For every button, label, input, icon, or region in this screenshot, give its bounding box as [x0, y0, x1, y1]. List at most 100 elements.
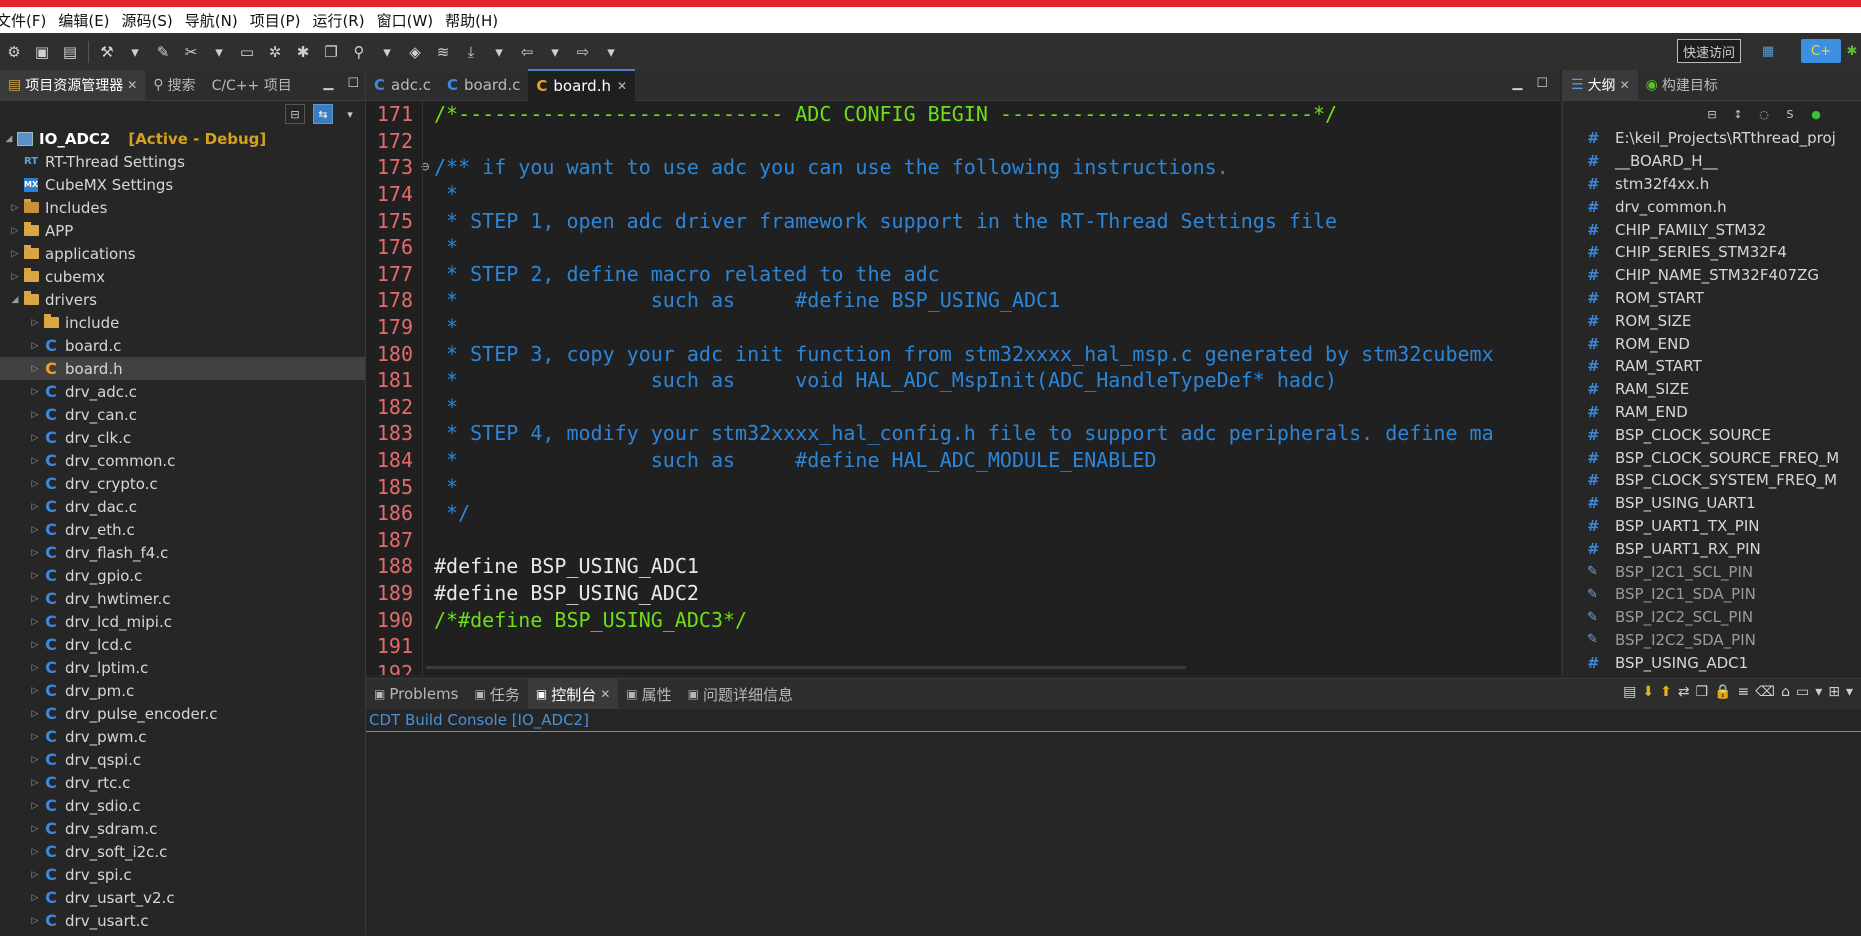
outline-item[interactable]: # drv_common.h	[1563, 195, 1861, 218]
chevron-right-icon[interactable]: ▷	[8, 226, 22, 236]
outline-item[interactable]: # E:\keil_Projects\RTthread_proj	[1563, 127, 1861, 150]
tree-node[interactable]: ▷ cubemx	[0, 265, 365, 288]
tree-node[interactable]: ▷ Cdrv_eth.c	[0, 518, 365, 541]
outline-item[interactable]: # CHIP_SERIES_STM32F4	[1563, 241, 1861, 264]
outline-item[interactable]: # CHIP_NAME_STM32F407ZG	[1563, 264, 1861, 287]
tree-node[interactable]: ▷ Includes	[0, 196, 365, 219]
collapse-all-icon[interactable]: ⊟	[1703, 105, 1721, 123]
tree-node[interactable]: ▷ Cdrv_pulse_encoder.c	[0, 702, 365, 725]
chevron-right-icon[interactable]: ▷	[28, 525, 42, 535]
tree-node[interactable]: ▷ Cdrv_sdio.c	[0, 794, 365, 817]
chevron-right-icon[interactable]: ▷	[28, 870, 42, 880]
hide-static-icon[interactable]: S	[1781, 105, 1799, 123]
tree-node[interactable]: ▷ Cdrv_pm.c	[0, 679, 365, 702]
tree-node[interactable]: ▷ Cdrv_lcd_mipi.c	[0, 610, 365, 633]
console-tab[interactable]: ▣ 任务	[466, 679, 527, 709]
console-tab[interactable]: ▣ 问题详细信息	[680, 679, 801, 709]
bug-icon[interactable]: ✱	[292, 41, 314, 63]
save-icon[interactable]: ▣	[31, 41, 53, 63]
tree-node-project[interactable]: ◢ IO_ADC2 [Active - Debug]	[0, 127, 365, 150]
outline-item[interactable]: # BSP_CLOCK_SYSTEM_FREQ_M	[1563, 469, 1861, 492]
tree-node[interactable]: ▷ Cdrv_hwtimer.c	[0, 587, 365, 610]
outline-item[interactable]: ✎ BSP_I2C1_SCL_PIN	[1563, 560, 1861, 583]
tree-node[interactable]: RT RT-Thread Settings	[0, 150, 365, 173]
outline-item[interactable]: ✎ BSP_I2C2_SDA_PIN	[1563, 629, 1861, 652]
tree-node[interactable]: ▷ Cdrv_rtc.c	[0, 771, 365, 794]
outline-item[interactable]: # stm32f4xx.h	[1563, 173, 1861, 196]
chevron-right-icon[interactable]: ▷	[28, 617, 42, 627]
outline-item[interactable]: # __BOARD_H__	[1563, 150, 1861, 173]
tree-node[interactable]: ▷ Cboard.h	[0, 357, 365, 380]
hide-nonpublic-icon[interactable]: ●	[1807, 105, 1825, 123]
outline-item[interactable]: # BSP_CLOCK_SOURCE_FREQ_M	[1563, 446, 1861, 469]
tree-node[interactable]: ▷ applications	[0, 242, 365, 265]
tree-node[interactable]: ▷ Cdrv_flash_f4.c	[0, 541, 365, 564]
chevron-right-icon[interactable]: ▷	[8, 203, 22, 213]
menu-item[interactable]: 编辑(E)	[58, 10, 121, 31]
maximize-icon[interactable]: ☐	[1536, 76, 1548, 91]
horizontal-scrollbar[interactable]	[426, 666, 1186, 669]
outline-item[interactable]: # ROM_START	[1563, 287, 1861, 310]
view-menu-icon[interactable]: ▾	[341, 105, 359, 123]
chevron-right-icon[interactable]: ▷	[28, 387, 42, 397]
minimize-icon[interactable]: ▁	[323, 76, 333, 91]
chevron-down-icon[interactable]: ▾	[600, 41, 622, 63]
chevron-right-icon[interactable]: ▷	[8, 272, 22, 282]
outline-item[interactable]: # RAM_END	[1563, 401, 1861, 424]
chevron-right-icon[interactable]: ▷	[28, 594, 42, 604]
code-area[interactable]: 171 /*--------------------------- ADC CON…	[366, 101, 1560, 675]
debug-perspective-icon[interactable]: ✱	[1843, 39, 1861, 63]
layers-icon[interactable]: ≋	[432, 41, 454, 63]
chevron-right-icon[interactable]: ▷	[28, 502, 42, 512]
quick-access-field[interactable]: 快速访问	[1677, 39, 1741, 63]
editor-tab[interactable]: Cadc.c	[366, 70, 439, 100]
close-icon[interactable]: ✕	[600, 687, 610, 701]
word-wrap-icon[interactable]: ≡	[1738, 684, 1750, 700]
tree-node[interactable]: ▷ Cdrv_soft_i2c.c	[0, 840, 365, 863]
tree-node[interactable]: ◢ drivers	[0, 288, 365, 311]
console-tab[interactable]: ▣ 属性	[618, 679, 679, 709]
menu-item[interactable]: 运行(R)	[312, 10, 376, 31]
tree-node[interactable]: ▷ Cdrv_dac.c	[0, 495, 365, 518]
chevron-down-icon[interactable]: ▾	[124, 41, 146, 63]
sort-icon[interactable]: ↕	[1729, 105, 1747, 123]
tree-node[interactable]: ▷ Cdrv_usart_v2.c	[0, 886, 365, 909]
tree-node[interactable]: ▷ Cdrv_adc.c	[0, 380, 365, 403]
editor-tab[interactable]: Cboard.c	[439, 70, 528, 100]
chevron-right-icon[interactable]: ▷	[28, 709, 42, 719]
forward-icon[interactable]: ⇨	[572, 41, 594, 63]
chevron-down-icon[interactable]: ▾	[1846, 684, 1853, 700]
tree-node[interactable]: ▷ Cdrv_qspi.c	[0, 748, 365, 771]
copy-icon[interactable]: ❐	[1696, 684, 1709, 700]
back-icon[interactable]: ⇦	[516, 41, 538, 63]
chevron-down-icon[interactable]: ▾	[1815, 684, 1822, 700]
chevron-down-icon[interactable]: ▾	[488, 41, 510, 63]
lock-icon[interactable]: 🔒	[1714, 684, 1731, 700]
chevron-right-icon[interactable]: ▷	[28, 663, 42, 673]
chevron-right-icon[interactable]: ▷	[28, 548, 42, 558]
outline-item[interactable]: # RAM_START	[1563, 355, 1861, 378]
tree-node[interactable]: ▷ Cdrv_crypto.c	[0, 472, 365, 495]
chevron-right-icon[interactable]: ▷	[28, 640, 42, 650]
outline-item[interactable]: # BSP_CLOCK_SOURCE	[1563, 423, 1861, 446]
close-icon[interactable]: ✕	[127, 78, 137, 92]
chevron-down-icon[interactable]: ▾	[544, 41, 566, 63]
tree-node[interactable]: ▷ APP	[0, 219, 365, 242]
outline-item[interactable]: ✎ BSP_I2C2_SCL_PIN	[1563, 606, 1861, 629]
chevron-right-icon[interactable]: ▷	[28, 824, 42, 834]
tree-node[interactable]: ▷ Cdrv_spi.c	[0, 863, 365, 886]
tab-outline[interactable]: ☰ 大纲 ✕	[1563, 70, 1638, 100]
build-icon[interactable]: ⚒	[96, 41, 118, 63]
chevron-right-icon[interactable]: ▷	[28, 456, 42, 466]
chevron-down-icon[interactable]: ▾	[208, 41, 230, 63]
console-tab[interactable]: ▣ Problems	[366, 679, 466, 709]
outline-item[interactable]: # BSP_USING_ADC1	[1563, 651, 1861, 674]
chevron-right-icon[interactable]: ▷	[28, 433, 42, 443]
outline-item[interactable]: # BSP_USING_UART1	[1563, 492, 1861, 515]
chevron-right-icon[interactable]: ▷	[28, 479, 42, 489]
tree-node[interactable]: ▷ Cdrv_lptim.c	[0, 656, 365, 679]
chevron-right-icon[interactable]: ▷	[28, 686, 42, 696]
hide-fields-icon[interactable]: ◌	[1755, 105, 1773, 123]
chevron-right-icon[interactable]: ▷	[28, 847, 42, 857]
minimize-icon[interactable]: ▁	[1512, 76, 1522, 91]
